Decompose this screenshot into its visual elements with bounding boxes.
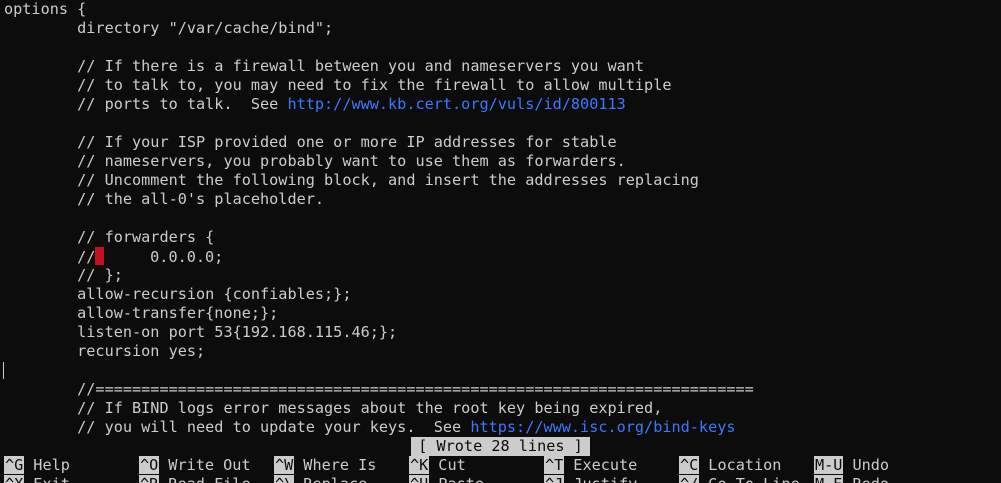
code-line: allow-recursion {confiables;};: [4, 285, 352, 303]
shortcut-label: Replace: [303, 475, 367, 483]
shortcut-exit[interactable]: ^X Exit: [4, 475, 70, 483]
shortcut-key: ^/: [679, 475, 700, 483]
shortcut-label: Location: [708, 456, 782, 474]
code-line: // nameservers, you probably want to use…: [4, 152, 626, 170]
code-text: // ports to talk. See: [4, 95, 288, 113]
code-text: 0.0.0.0;: [104, 248, 224, 266]
code-text: //: [4, 248, 96, 266]
code-line: // to talk to, you may need to fix the f…: [4, 76, 672, 94]
code-line: // ports to talk. See http://www.kb.cert…: [4, 95, 999, 114]
code-line: directory "/var/cache/bind";: [4, 19, 334, 37]
code-line: // Uncomment the following block, and in…: [4, 171, 699, 189]
code-line: // If BIND logs error messages about the…: [4, 399, 663, 417]
isc-url-link[interactable]: https://www.isc.org/bind-keys: [470, 418, 735, 436]
shortcut-label: Undo: [852, 456, 890, 474]
shortcut-key: ^X: [4, 475, 25, 483]
shortcut-key: M-E: [814, 475, 844, 483]
code-line: // If your ISP provided one or more IP a…: [4, 133, 617, 151]
code-text: // you will need to update your keys. Se…: [4, 418, 471, 436]
shortcut-label: Paste: [438, 475, 484, 483]
shortcut-help[interactable]: ^G Help: [4, 456, 70, 475]
shortcut-row: ^G Help ^O Write Out ^W Where Is ^K Cut ^T Ex…: [4, 456, 1001, 475]
shortcut-read-file[interactable]: ^R Read File: [139, 475, 251, 483]
shortcut-replace[interactable]: ^\ Replace: [274, 475, 367, 483]
shortcut-key: ^W: [274, 456, 295, 474]
shortcut-justify[interactable]: ^J Justify: [544, 475, 637, 483]
code-line: allow-transfer{none;};: [4, 304, 279, 322]
shortcut-where-is[interactable]: ^W Where Is: [274, 456, 376, 475]
code-line: options {: [4, 0, 87, 18]
shortcut-label: Cut: [438, 456, 466, 474]
code-line: recursion yes;: [4, 342, 206, 360]
shortcut-key: ^U: [409, 475, 430, 483]
code-line: // 0.0.0.0;: [4, 247, 999, 266]
shortcut-write-out[interactable]: ^O Write Out: [139, 456, 251, 475]
shortcut-label: Execute: [573, 456, 638, 474]
shortcut-key: ^\: [274, 475, 295, 483]
status-bar: [ Wrote 28 lines ]: [0, 437, 1001, 456]
shortcut-paste[interactable]: ^U Paste: [409, 475, 484, 483]
code-line: // };: [4, 266, 123, 284]
code-line: // If there is a firewall between you an…: [4, 57, 645, 75]
shortcut-go-to-line[interactable]: ^/ Go To Line: [679, 475, 800, 483]
shortcut-cut[interactable]: ^K Cut: [409, 456, 466, 475]
shortcut-bar: ^G Help ^O Write Out ^W Where Is ^K Cut ^T Ex…: [4, 456, 1001, 483]
shortcut-label: Redo: [852, 475, 889, 483]
code-line: // you will need to update your keys. Se…: [4, 418, 999, 437]
code-line: // the all-0's placeholder.: [4, 190, 325, 208]
shortcut-key: ^J: [544, 475, 565, 483]
shortcut-label: Exit: [33, 475, 70, 483]
shortcut-key: ^G: [4, 456, 25, 474]
shortcut-execute[interactable]: ^T Execute: [544, 456, 637, 475]
shortcut-label: Go To Line: [708, 475, 799, 483]
shortcut-key: ^R: [139, 475, 160, 483]
code-line: // forwarders {: [4, 228, 215, 246]
shortcut-label: Justify: [573, 475, 637, 483]
code-line: //======================================…: [4, 380, 754, 398]
cert-url-link[interactable]: http://www.kb.cert.org/vuls/id/800113: [287, 95, 625, 113]
shortcut-key: ^C: [679, 456, 700, 474]
shortcut-key: ^K: [409, 456, 430, 474]
shortcut-label: Write Out: [168, 456, 251, 474]
shortcut-label: Read File: [168, 475, 250, 483]
shortcut-label: Where Is: [303, 456, 377, 474]
shortcut-location[interactable]: ^C Location: [679, 456, 781, 475]
shortcut-row: ^X Exit ^R Read File ^\ Replace ^U Paste ^J J…: [4, 475, 1001, 483]
shortcut-key: ^O: [139, 456, 160, 474]
terminal-caret: [3, 362, 4, 379]
shortcut-key: M-U: [814, 456, 844, 474]
code-line: listen-on port 53{192.168.115.46;};: [4, 323, 398, 341]
shortcut-key: ^T: [544, 456, 565, 474]
shortcut-label: Help: [33, 456, 70, 474]
shortcut-redo[interactable]: M-E Redo: [814, 475, 889, 483]
status-message: [ Wrote 28 lines ]: [411, 437, 590, 456]
editor-text-area[interactable]: options { directory "/var/cache/bind"; /…: [4, 0, 999, 440]
shortcut-undo[interactable]: M-U Undo: [814, 456, 889, 475]
